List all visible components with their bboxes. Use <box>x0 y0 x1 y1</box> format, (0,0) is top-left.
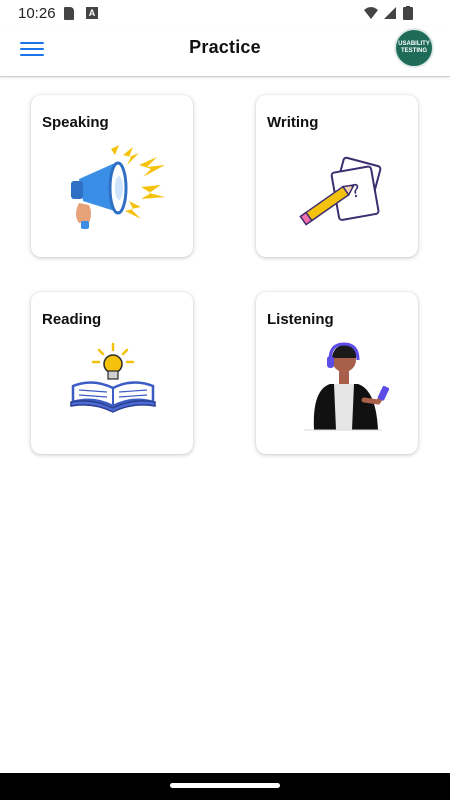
status-right-icons <box>364 6 413 20</box>
card-title: Listening <box>267 311 334 328</box>
battery-icon <box>403 6 413 20</box>
speaking-card[interactable]: Speaking <box>31 95 193 257</box>
avatar-text-line1: USABILITY <box>398 41 430 47</box>
signal-icon <box>384 7 396 19</box>
avatar[interactable]: USABILITY TESTING <box>394 28 434 68</box>
status-bar: 10:26 A <box>0 0 450 26</box>
sd-card-icon <box>64 7 74 20</box>
wifi-icon <box>364 7 378 19</box>
card-title: Writing <box>267 114 319 131</box>
reading-card[interactable]: Reading <box>31 292 193 454</box>
open-book-lightbulb-illustration <box>70 342 156 413</box>
home-gesture-handle[interactable] <box>170 783 280 788</box>
megaphone-illustration <box>71 145 165 229</box>
listening-card[interactable]: Listening <box>256 292 418 454</box>
pencil-paper-illustration: ? <box>299 156 382 226</box>
avatar-text-line2: TESTING <box>400 48 427 54</box>
card-title: Speaking <box>42 114 109 131</box>
writing-card[interactable]: Writing ? <box>256 95 418 257</box>
accessibility-a-icon: A <box>86 7 98 19</box>
system-navigation-bar <box>0 773 450 800</box>
status-time: 10:26 <box>18 5 56 22</box>
card-title: Reading <box>42 311 102 328</box>
person-headphones-illustration <box>304 342 390 431</box>
app-bar: Practice USABILITY TESTING <box>0 26 450 77</box>
page-title: Practice <box>189 37 261 57</box>
